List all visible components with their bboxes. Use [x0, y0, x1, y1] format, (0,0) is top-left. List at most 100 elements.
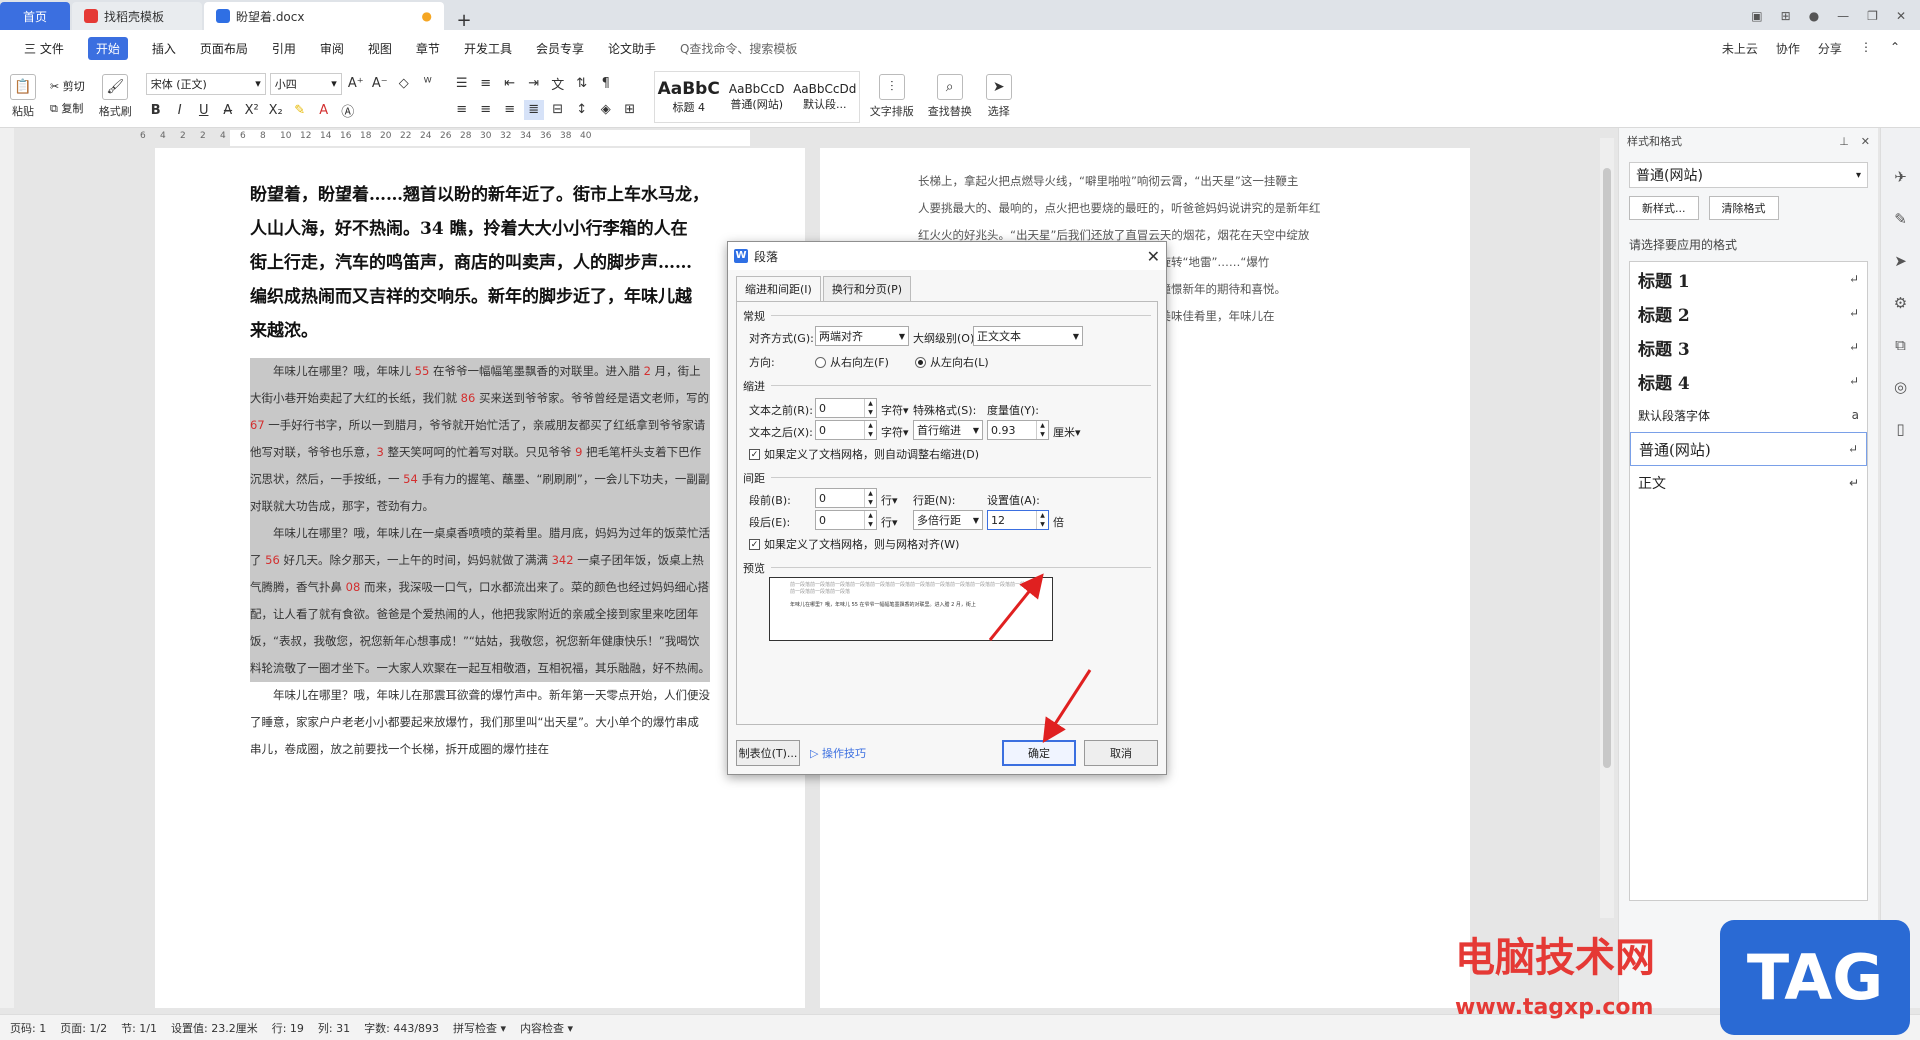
format-painter-button[interactable]: 🖌 格式刷 [99, 74, 132, 119]
font-color-icon[interactable]: A [314, 101, 334, 121]
measure-unit[interactable]: 厘米▾ [1053, 424, 1081, 440]
increase-indent-icon[interactable]: ⇥ [524, 74, 544, 94]
shading-icon[interactable]: ◈ [596, 100, 616, 120]
avatar[interactable]: ● [1809, 9, 1819, 23]
tab-line-page-break[interactable]: 换行和分页(P) [822, 276, 912, 301]
strikethrough-icon[interactable]: A̶ [218, 101, 238, 121]
menu-item-1[interactable]: 开始 [87, 36, 128, 60]
menu-item-5[interactable]: 审阅 [320, 40, 344, 57]
style-list-item[interactable]: 正文 ↵ [1630, 466, 1867, 500]
bold-icon[interactable]: B [146, 101, 166, 121]
book-icon[interactable]: ▯ [1896, 420, 1904, 438]
close-icon[interactable]: ✕ [1147, 247, 1160, 266]
layout-icon[interactable]: ▣ [1751, 9, 1762, 23]
outline-level-select[interactable]: 正文文本 ▼ [973, 326, 1083, 346]
copy-button[interactable]: ⧉ 复制 [50, 100, 85, 116]
pen-icon[interactable]: ✎ [1894, 210, 1907, 228]
space-before-unit[interactable]: 行▾ [881, 492, 898, 508]
grow-font-icon[interactable]: A⁺ [346, 74, 366, 94]
translate-icon[interactable]: ⧉ [1895, 336, 1906, 354]
numbered-list-icon[interactable]: ≡ [476, 74, 496, 94]
set-value-input[interactable]: 12 ▲ ▼ [987, 510, 1049, 530]
clear-format-button[interactable]: 清除格式 [1708, 196, 1779, 220]
align-left-icon[interactable]: ≡ [452, 100, 472, 120]
decrease-indent-icon[interactable]: ⇤ [500, 74, 520, 94]
cut-button[interactable]: ✂ 剪切 [50, 78, 85, 94]
share-button[interactable]: 分享 [1818, 40, 1842, 57]
minimize-icon[interactable]: — [1837, 9, 1849, 23]
tab-home[interactable]: 首页 [0, 2, 70, 30]
align-center-icon[interactable]: ≡ [476, 100, 496, 120]
spinner-icon[interactable]: ▲ ▼ [864, 511, 876, 529]
grid-align-checkbox[interactable]: ✓ 如果定义了文档网格，则与网格对齐(W) [749, 536, 959, 552]
close-window-icon[interactable]: ✕ [1896, 9, 1906, 23]
measure-input[interactable]: 0.93 ▲ ▼ [987, 420, 1049, 440]
close-icon[interactable]: ✕ [1861, 135, 1870, 148]
spinner-icon[interactable]: ▲ ▼ [864, 399, 876, 417]
cancel-button[interactable]: 取消 [1084, 740, 1158, 766]
spinner-icon[interactable]: ▲ ▼ [864, 489, 876, 507]
tabstops-button[interactable]: 制表位(T)... [736, 740, 800, 766]
text-layout-button[interactable]: ⫶ 文字排版 [870, 74, 914, 119]
superscript-icon[interactable]: X² [242, 101, 262, 121]
vertical-scrollbar[interactable] [1600, 138, 1614, 918]
justify-icon[interactable]: ≣ [523, 99, 544, 120]
tab-indent-spacing[interactable]: 缩进和间距(I) [736, 276, 821, 301]
apps-grid-icon[interactable]: ⊞ [1781, 9, 1791, 23]
status-item[interactable]: 拼写检查 ▾ [453, 1020, 506, 1036]
tab-document[interactable]: 盼望着.docx ● [204, 2, 444, 30]
current-style-select[interactable]: 普通(网站) ▾ [1629, 162, 1868, 188]
tips-link[interactable]: ▷ 操作技巧 [810, 745, 866, 761]
borders-icon[interactable]: ⊞ [620, 100, 640, 120]
line-spacing-select[interactable]: 多倍行距 ▼ [913, 510, 983, 530]
subscript-icon[interactable]: X₂ [266, 101, 286, 121]
after-text-input[interactable]: 0 ▲ ▼ [815, 420, 877, 440]
menu-item-9[interactable]: 会员专享 [536, 40, 584, 57]
chinese-layout-icon[interactable]: 文 [548, 74, 568, 94]
compass-icon[interactable]: ◎ [1894, 378, 1907, 396]
distributed-icon[interactable]: ⊟ [548, 100, 568, 120]
settings-icon[interactable]: ⚙ [1894, 294, 1907, 312]
underline-icon[interactable]: U [194, 101, 214, 121]
sort-icon[interactable]: ⇅ [572, 74, 592, 94]
menu-item-4[interactable]: 引用 [272, 40, 296, 57]
bullet-list-icon[interactable]: ☰ [452, 74, 472, 94]
ok-button[interactable]: 确定 [1002, 740, 1076, 766]
style-gallery-item[interactable]: AaBbCcD 普通(网站) [723, 72, 791, 122]
char-border-icon[interactable]: Ⓐ [338, 101, 358, 121]
auto-indent-checkbox[interactable]: ✓ 如果定义了文档网格，则自动调整右缩进(D) [749, 446, 979, 462]
font-family-select[interactable]: 宋体 (正文) ▾ [145, 72, 266, 95]
scroll-thumb[interactable] [1603, 168, 1611, 768]
special-format-select[interactable]: 首行缩进 ▼ [913, 420, 983, 440]
style-list-item[interactable]: 标题 2 ↵ [1630, 296, 1867, 330]
new-style-button[interactable]: 新样式... [1629, 196, 1699, 220]
spinner-icon[interactable]: ▲ ▼ [1036, 421, 1048, 439]
ltr-radio[interactable]: 从左向右(L) [915, 354, 989, 370]
spinner-icon[interactable]: ▲ ▼ [864, 421, 876, 439]
align-right-icon[interactable]: ≡ [500, 100, 520, 120]
pin-icon[interactable]: ⊥ [1839, 135, 1849, 148]
before-text-input[interactable]: 0 ▲ ▼ [815, 398, 877, 418]
status-item[interactable]: 内容检查 ▾ [520, 1020, 573, 1036]
font-size-select[interactable]: 小四 ▾ [269, 72, 342, 95]
cloud-status[interactable]: 未上云 [1722, 40, 1758, 57]
style-gallery-item[interactable]: AaBbC 标题 4 [655, 72, 723, 122]
phonetic-icon[interactable]: ᵂ [418, 74, 438, 94]
restore-icon[interactable]: ❐ [1867, 9, 1878, 23]
menu-item-3[interactable]: 页面布局 [200, 40, 248, 57]
menu-item-2[interactable]: 插入 [152, 40, 176, 57]
show-marks-icon[interactable]: ¶ [596, 74, 616, 94]
collaborate-button[interactable]: 协作 [1776, 40, 1800, 57]
horizontal-ruler[interactable]: 6 4 2 2 4 6 8 10 12 14 16 18 20 22 24 26 28 30 32 34 36 38 40 [140, 128, 1600, 148]
command-search[interactable]: Q查找命令、搜索模板 [680, 40, 797, 57]
space-after-unit[interactable]: 行▾ [881, 514, 898, 530]
style-list-item[interactable]: 标题 1 ↵ [1630, 262, 1867, 296]
italic-icon[interactable]: I [170, 101, 190, 121]
more-icon[interactable]: ⋮ [1860, 40, 1872, 57]
rocket-icon[interactable]: ✈ [1894, 168, 1907, 186]
space-before-input[interactable]: 0 ▲ ▼ [815, 488, 877, 508]
style-list-item[interactable]: 标题 4 ↵ [1630, 364, 1867, 398]
menu-item-10[interactable]: 论文助手 [608, 40, 656, 57]
align-select[interactable]: 两端对齐 ▼ [815, 326, 909, 346]
styles-panel-title[interactable]: 样式和格式 [1627, 133, 1682, 149]
